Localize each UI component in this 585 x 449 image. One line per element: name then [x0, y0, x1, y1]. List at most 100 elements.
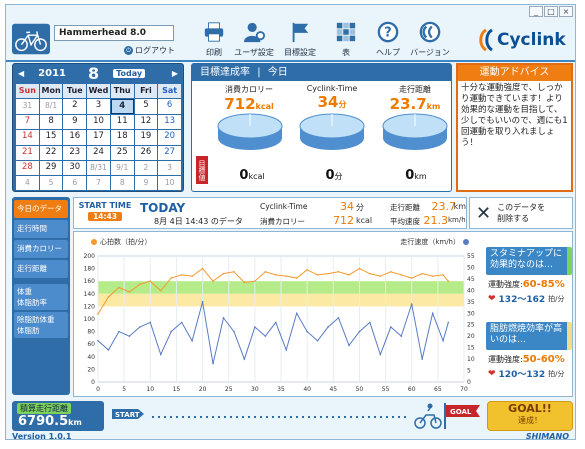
left-axis-label: 心拍数（拍/分）: [100, 237, 151, 246]
tab-distance[interactable]: 走行距離: [14, 260, 68, 278]
start-time-value: 14:43: [88, 212, 122, 221]
tab-ride-time[interactable]: 走行時間: [14, 220, 68, 238]
calendar-day[interactable]: 19: [134, 130, 158, 145]
calendar-day[interactable]: 3: [87, 99, 110, 115]
calendar-day[interactable]: 6: [63, 175, 87, 190]
heart-rate-point: [233, 270, 235, 273]
today-button[interactable]: Today: [113, 68, 146, 78]
speed-point: [149, 321, 152, 324]
close-button[interactable]: ×: [559, 6, 573, 17]
x-tick-label: 55: [382, 386, 390, 393]
calendar-day[interactable]: 2: [63, 99, 87, 115]
heart-rate-point: [128, 291, 131, 293]
tip-hr: 120〜132: [498, 370, 546, 380]
calendar-day[interactable]: 9/1: [110, 160, 134, 175]
calendar-day[interactable]: 6: [158, 99, 181, 115]
calendar-day[interactable]: 27: [158, 145, 181, 160]
toolbar-user-settings-button[interactable]: ユーザ設定: [232, 21, 276, 58]
calendar-day[interactable]: 30: [63, 160, 87, 175]
heart-rate-point: [390, 270, 392, 273]
calendar-day[interactable]: 3: [158, 160, 181, 175]
calendar-day[interactable]: 29: [39, 160, 63, 175]
calendar-day[interactable]: 4: [16, 175, 39, 190]
calendar-day[interactable]: 28: [16, 160, 39, 175]
calendar-day[interactable]: 31: [16, 99, 39, 115]
calendar-day[interactable]: 7: [87, 175, 110, 190]
heart-rate-point: [410, 277, 413, 279]
logout-link[interactable]: ⏻ ログアウト: [124, 45, 175, 56]
heart-rate-point: [170, 277, 172, 279]
delete-data-button[interactable]: ✕ このデータを 削除する: [469, 197, 573, 229]
toolbar-print-button[interactable]: 印刷: [192, 21, 236, 58]
tip-intensity-label: 運動強度:: [488, 280, 523, 289]
distance-label: 走行距離: [390, 203, 420, 212]
metric-label: Cyclink-Time: [306, 84, 358, 93]
calendar-day[interactable]: 21: [16, 145, 39, 160]
tab-today-data[interactable]: 今日のデータ: [14, 200, 68, 218]
calendar-day[interactable]: 26: [134, 145, 158, 160]
y-left-tick-label: 140: [84, 291, 96, 298]
brand-logo: Cyclink: [476, 23, 572, 57]
calendar-day[interactable]: 9: [134, 175, 158, 190]
calendar-day[interactable]: 9: [63, 115, 87, 130]
heart-rate-legend-icon: [91, 239, 97, 245]
calendar-day[interactable]: 4: [110, 99, 134, 115]
cyclink-time-unit: 分: [356, 203, 364, 212]
toolbar-goal-settings-button[interactable]: 目標設定: [278, 21, 322, 58]
y-left-tick-label: 20: [87, 366, 95, 373]
user-name-field[interactable]: Hammerhead 8.0: [54, 25, 174, 41]
calendar-day[interactable]: 22: [39, 145, 63, 160]
speed-point: [274, 321, 277, 324]
calendar-day[interactable]: 25: [110, 145, 134, 160]
calendar-day[interactable]: 8: [110, 175, 134, 190]
heart-rate-point: [431, 275, 434, 277]
stamina-tip: スタミナアップに効果的なのは… 運動強度:60-85% ❤ 132〜162 拍/分: [486, 247, 572, 313]
calendar-day[interactable]: 14: [16, 130, 39, 145]
toolbar-table-button[interactable]: 表: [324, 21, 368, 58]
prev-month-icon[interactable]: ◀: [18, 69, 24, 78]
calendar-day[interactable]: 16: [63, 130, 87, 145]
calendar-day[interactable]: 24: [87, 145, 110, 160]
calendar-day[interactable]: 15: [39, 130, 63, 145]
speed-point: [369, 321, 371, 324]
calendar-day[interactable]: 23: [63, 145, 87, 160]
toolbar-help-button[interactable]: ? ヘルプ: [366, 21, 410, 58]
calendar-day[interactable]: 5: [134, 99, 158, 115]
goal-achieved-sub: 達成！: [518, 416, 542, 425]
calendar-day[interactable]: 5: [39, 175, 63, 190]
tab-calories[interactable]: 消費カロリー: [14, 240, 68, 258]
calendar-day[interactable]: 8/1: [39, 99, 63, 115]
calendar-day[interactable]: 20: [158, 130, 181, 145]
maximize-button[interactable]: □: [544, 6, 558, 17]
minimize-button[interactable]: _: [529, 6, 543, 17]
calendar-day[interactable]: 18: [110, 130, 134, 145]
toolbar-label: 印刷: [206, 48, 222, 57]
calendar-day[interactable]: 12: [134, 115, 158, 130]
heart-rate-point: [358, 267, 361, 270]
calorie-unit: kcal: [356, 216, 373, 225]
speed-point: [107, 349, 110, 351]
calendar-day[interactable]: 10: [158, 175, 181, 190]
calendar-day[interactable]: 7: [16, 115, 39, 130]
heart-rate-point: [149, 280, 152, 282]
next-month-icon[interactable]: ▶: [172, 69, 178, 78]
toolbar-version-button[interactable]: バージョン: [408, 21, 452, 58]
tab-lean-mass[interactable]: 除脂肪体重 体脂肪: [14, 312, 68, 338]
calendar-year: 2011: [38, 67, 66, 79]
tab-weight-body-fat[interactable]: 体重 体脂肪率: [14, 284, 68, 310]
calendar-day[interactable]: 11: [110, 115, 134, 130]
heart-rate-point: [327, 272, 329, 275]
y-right-tick-label: 30: [467, 310, 475, 317]
x-tick-label: 0: [96, 386, 100, 393]
y-right-tick-label: 55: [467, 253, 475, 260]
calendar-day[interactable]: 13: [158, 115, 181, 130]
cyclink-time-value: 34: [340, 200, 354, 213]
calendar-day[interactable]: 2: [134, 160, 158, 175]
speed-point: [400, 335, 403, 337]
distance-unit: km: [453, 202, 466, 211]
calendar-day[interactable]: 8: [39, 115, 63, 130]
calendar-day[interactable]: 10: [87, 115, 110, 130]
right-axis-label: 走行速度（km/h）: [400, 237, 460, 246]
calendar-day[interactable]: 17: [87, 130, 110, 145]
calendar-day[interactable]: 8/31: [87, 160, 110, 175]
